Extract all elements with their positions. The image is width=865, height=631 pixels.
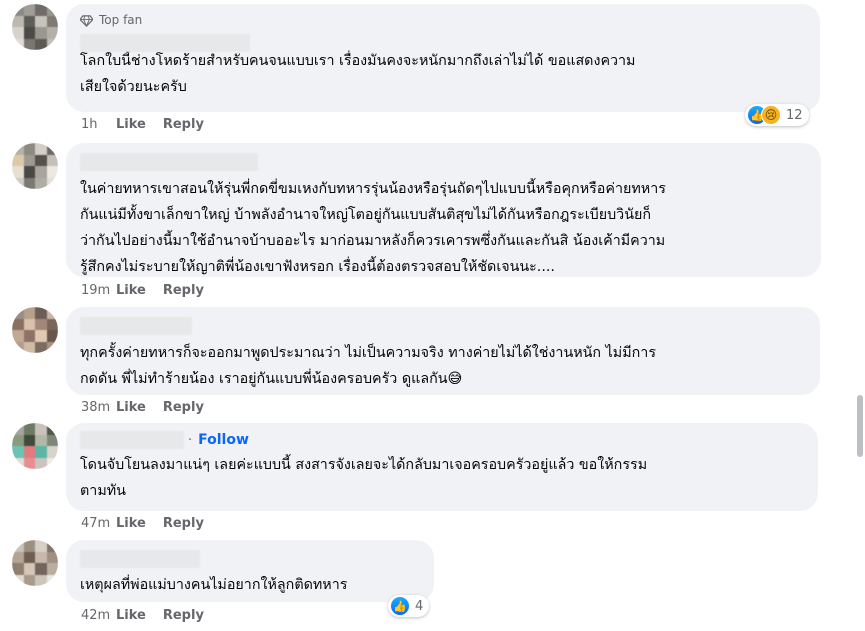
top-fan-label: Top fan — [99, 13, 143, 27]
reply-button[interactable]: Reply — [163, 516, 204, 531]
comment-actions: 47m Like Reply — [81, 516, 221, 531]
follow-button[interactable]: Follow — [198, 432, 249, 448]
comment-bubble: ในค่ายทหารเขาสอนให้รุ่นพี่กดขี่ขมเหงกับท… — [66, 143, 821, 277]
like-button[interactable]: Like — [116, 608, 146, 623]
comment-time[interactable]: 42m — [81, 608, 116, 623]
like-button[interactable]: Like — [116, 117, 146, 132]
comment-bubble: เหตุผลที่พ่อแม่บางคนไม่อยากให้ลูกติดทหาร — [66, 540, 434, 602]
comment-time[interactable]: 38m — [81, 400, 116, 415]
commenter-avatar[interactable] — [12, 4, 58, 50]
comment-text: ทุกครั้งค่ายทหารก็จะออกมาพูดประมาณว่า ไม… — [80, 345, 657, 387]
comment-bubble: · Follow โดนจับโยนลงมาแน่ๆ เลยค่ะแบบนี้ … — [66, 423, 818, 511]
comment-time[interactable]: 1h — [81, 117, 116, 132]
comment-text: โดนจับโยนลงมาแน่ๆ เลยค่ะแบบนี้ สงสารจังเ… — [80, 457, 648, 499]
comment-text: โลกใบนี้ช่างโหดร้ายสำหรับคนจนแบบเรา เรื่… — [80, 53, 636, 95]
reply-button[interactable]: Reply — [163, 117, 204, 132]
comment-bubble: ทุกครั้งค่ายทหารก็จะออกมาพูดประมาณว่า ไม… — [66, 307, 820, 395]
like-button[interactable]: Like — [116, 400, 146, 415]
comment-actions: 42m Like Reply — [81, 608, 221, 623]
diamond-icon — [80, 14, 93, 27]
comment-actions: 19m Like Reply — [81, 283, 221, 298]
commenter-avatar[interactable] — [12, 307, 58, 353]
comment-actions: 1h Like Reply — [81, 117, 221, 132]
comment-text: ในค่ายทหารเขาสอนให้รุ่นพี่กดขี่ขมเหงกับท… — [80, 181, 666, 275]
comment-time[interactable]: 19m — [81, 283, 116, 298]
separator-dot: · — [188, 432, 193, 448]
top-fan-badge: Top fan — [80, 12, 808, 28]
commenter-avatar[interactable] — [12, 540, 58, 586]
like-reaction-icon: 👍 — [390, 596, 410, 616]
commenter-name-redacted[interactable] — [80, 317, 192, 335]
sad-reaction-icon: 😢 — [761, 105, 781, 125]
comment-text: เหตุผลที่พ่อแม่บางคนไม่อยากให้ลูกติดทหาร — [80, 577, 348, 593]
reaction-count: 12 — [786, 107, 803, 123]
commenter-name-redacted[interactable] — [80, 34, 250, 52]
commenter-name-redacted[interactable] — [80, 550, 200, 568]
comment-time[interactable]: 47m — [81, 516, 116, 531]
reaction-count: 4 — [415, 598, 424, 614]
reply-button[interactable]: Reply — [163, 283, 204, 298]
commenter-avatar[interactable] — [12, 423, 58, 469]
reaction-summary[interactable]: 👍 4 — [388, 595, 430, 617]
reaction-summary[interactable]: 👍 😢 12 — [745, 104, 809, 126]
like-button[interactable]: Like — [116, 283, 146, 298]
comment-actions: 38m Like Reply — [81, 400, 221, 415]
commenter-name-redacted[interactable] — [80, 431, 184, 449]
reply-button[interactable]: Reply — [163, 608, 204, 623]
comment-bubble: Top fan โลกใบนี้ช่างโหดร้ายสำหรับคนจนแบบ… — [66, 4, 820, 112]
commenter-name-redacted[interactable] — [80, 153, 258, 171]
scrollbar-thumb[interactable] — [857, 395, 863, 457]
like-button[interactable]: Like — [116, 516, 146, 531]
commenter-avatar[interactable] — [12, 143, 58, 189]
reply-button[interactable]: Reply — [163, 400, 204, 415]
